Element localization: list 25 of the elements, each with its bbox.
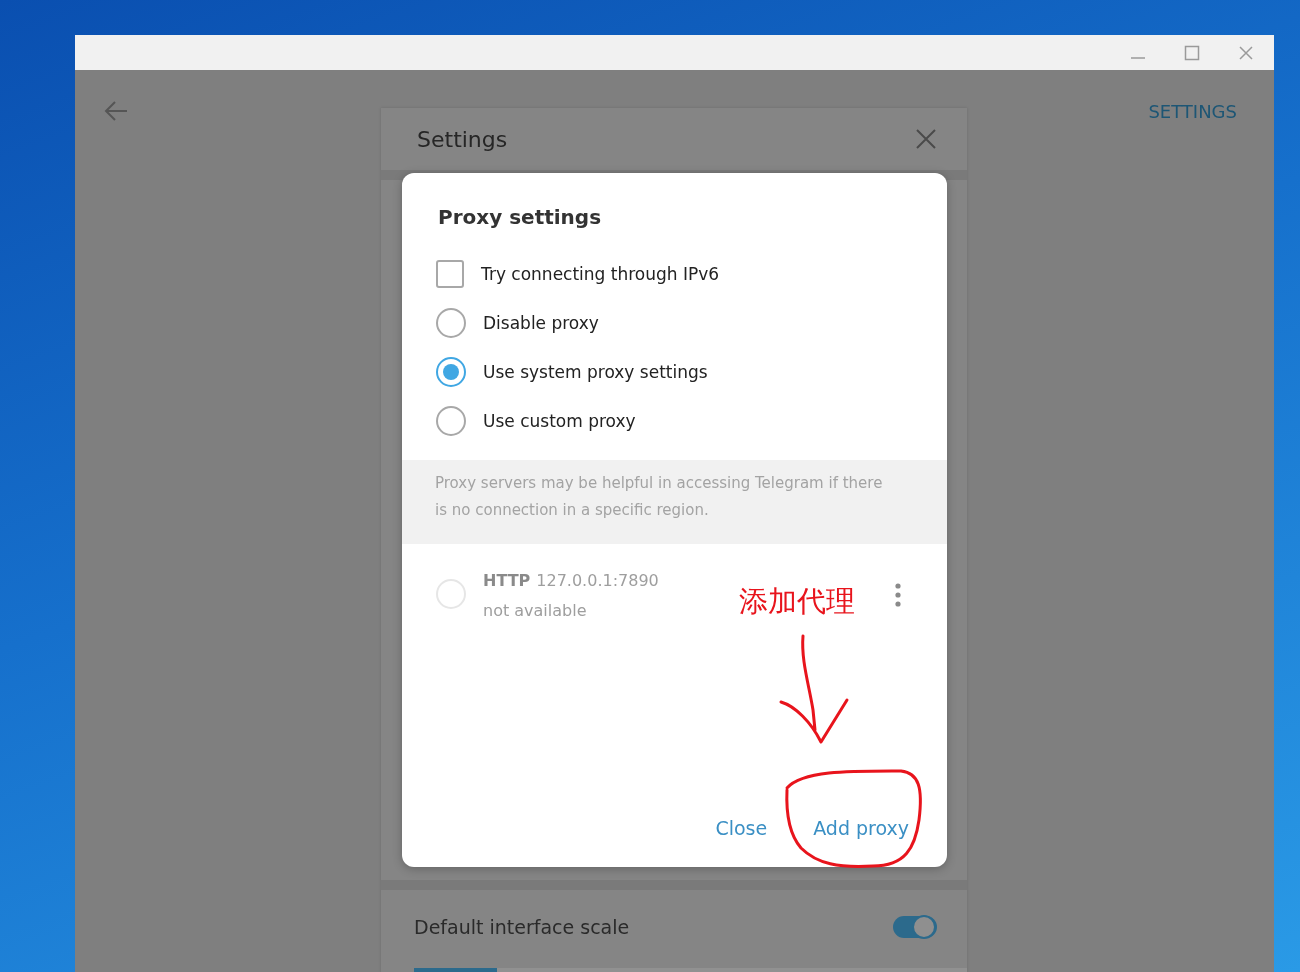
dialog-button[interactable]: Close [707, 813, 776, 843]
radio-button[interactable] [436, 356, 466, 387]
toggle-switch[interactable] [893, 916, 937, 938]
dialog-title: Proxy settings [438, 204, 602, 231]
option-label: Disable proxy [483, 312, 599, 333]
back-arrow-icon[interactable] [103, 100, 129, 122]
more-options-icon[interactable] [895, 583, 901, 607]
panel-title: Settings [417, 126, 508, 152]
settings-link[interactable]: SETTINGS [1148, 100, 1237, 124]
proxy-status: not available [483, 600, 587, 622]
maximize-icon[interactable] [1184, 44, 1200, 61]
proxy-address: 127.0.0.1:7890 [536, 570, 659, 592]
setting-label: Default interface scale [414, 916, 630, 938]
close-icon[interactable] [1238, 44, 1254, 61]
radio-button[interactable] [436, 405, 466, 436]
annotation-text: 添加代理 [739, 583, 855, 619]
option-label: Try connecting through IPv6 [481, 263, 720, 284]
close-icon[interactable] [915, 128, 937, 150]
proxy-type: HTTP [483, 570, 531, 592]
option-label: Use system proxy settings [483, 361, 708, 382]
dialog-button[interactable]: Add proxy [805, 813, 917, 843]
option-label: Use custom proxy [483, 410, 636, 431]
info-text: Proxy servers may be helpful in accessing Telegram if there is no connection in a specific region. [402, 460, 947, 544]
radio-button[interactable] [436, 307, 466, 338]
checkbox[interactable] [436, 259, 464, 288]
